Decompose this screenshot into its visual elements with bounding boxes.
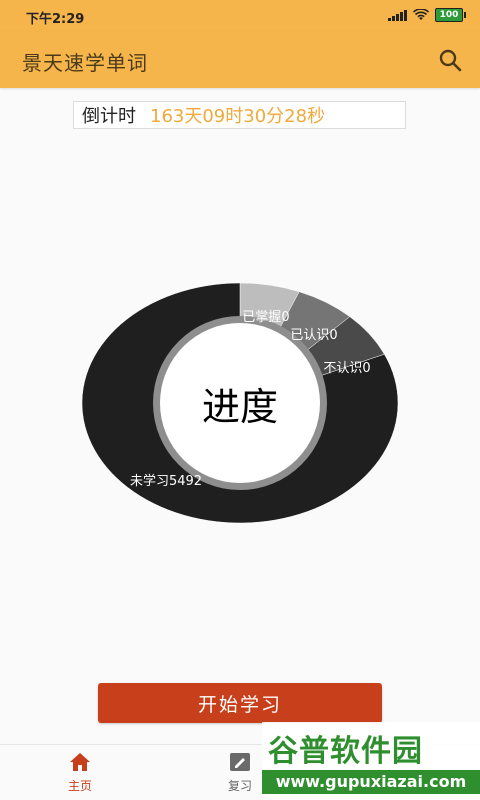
chart-label-1: 已认识0: [290, 328, 337, 343]
status-bar: 下午2:29 100: [0, 0, 480, 32]
nav-item-home[interactable]: 主页: [45, 751, 115, 799]
watermark-brand: 谷普软件园: [268, 726, 423, 770]
status-time: 下午2:29: [26, 12, 85, 27]
countdown-box: 倒计时 163天09时30分28秒: [73, 101, 406, 129]
chart-label-2: 不认识0: [323, 361, 370, 376]
nav-label-home: 主页: [67, 779, 92, 793]
watermark-url: www.gupuxiazai.com: [262, 770, 480, 794]
home-icon: [70, 753, 90, 771]
chart-label-3: 未学习5492: [130, 473, 202, 489]
search-button[interactable]: [436, 46, 464, 74]
signal-icon: [388, 9, 407, 21]
app-screen: 下午2:29 100 景天速学单词 倒计时 163天09时30分28秒 已掌握0…: [0, 0, 480, 800]
app-title: 景天速学单词: [22, 51, 148, 75]
pencil-icon: [230, 753, 250, 771]
battery-icon: 100: [435, 8, 466, 22]
watermark-logo: 谷普软件园 www.gupuxiazai.com: [262, 722, 480, 800]
countdown-label: 倒计时: [82, 106, 136, 127]
progress-chart-svg: 已掌握0已认识0 不认识0 未学习5492: [81, 282, 399, 524]
progress-chart: 已掌握0 已认识0 不认识0 未学习5492 进度: [80, 272, 400, 534]
search-icon: [439, 49, 462, 72]
chart-label-0: 已掌握0: [242, 310, 289, 325]
wifi-icon: [413, 9, 429, 20]
countdown-value: 163天09时30分28秒: [150, 106, 326, 127]
app-bar: 景天速学单词: [0, 32, 480, 88]
start-learning-button[interactable]: 开始学习: [98, 683, 382, 723]
battery-level: 100: [435, 8, 463, 22]
chart-center-hole: [160, 323, 320, 483]
nav-label-review: 复习: [227, 779, 252, 793]
status-icons: 100: [388, 8, 466, 22]
watermark-brand-text: 谷普软件园: [268, 734, 423, 769]
